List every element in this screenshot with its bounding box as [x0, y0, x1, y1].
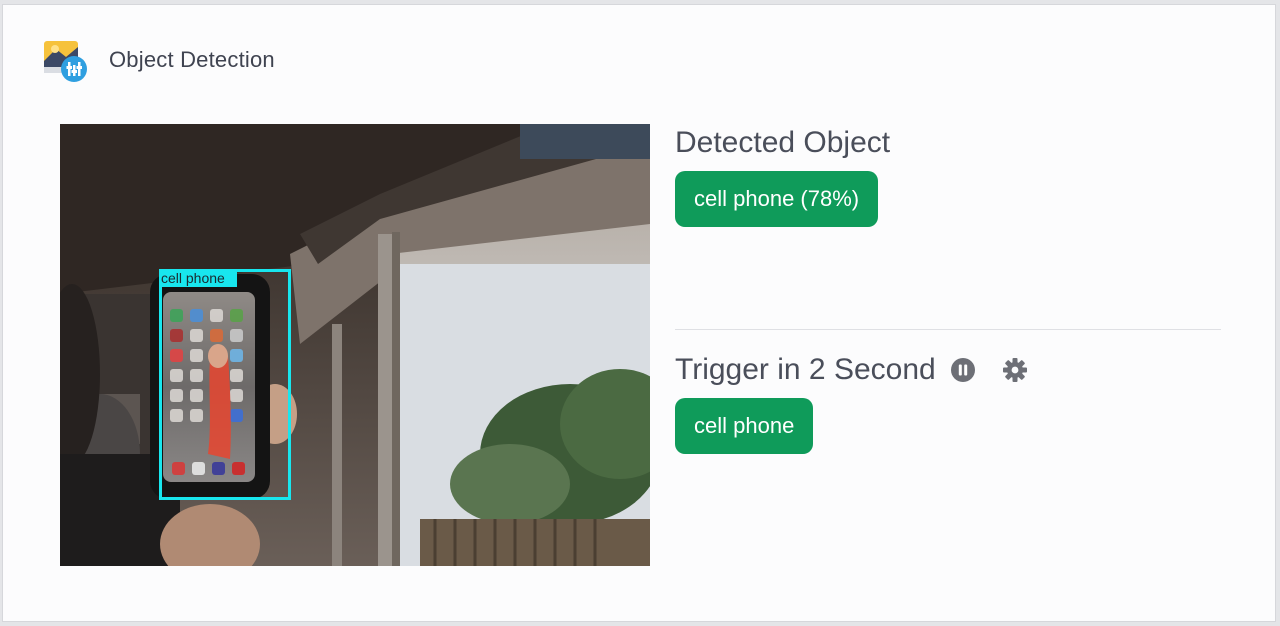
results-panel: Detected Object cell phone (78%) Trigger… — [675, 123, 1221, 454]
app-title: Object Detection — [109, 47, 275, 72]
detection-label: cell phone — [161, 270, 225, 286]
settings-button[interactable] — [1000, 355, 1030, 385]
camera-feed: cell phone — [60, 124, 650, 566]
image-detection-icon — [44, 41, 87, 82]
app-window: Object Detection cell phone Detected Obj… — [2, 4, 1276, 622]
gear-icon — [1002, 358, 1027, 382]
detected-object-heading: Detected Object — [675, 126, 891, 159]
trigger-row: Trigger in 2 Second — [675, 350, 1221, 390]
pause-button[interactable] — [948, 355, 978, 385]
trigger-value-badge: cell phone — [675, 398, 814, 454]
pause-circle-icon — [950, 358, 975, 382]
section-divider — [675, 329, 1221, 330]
detected-object-badge: cell phone (78%) — [675, 171, 879, 227]
trigger-heading: Trigger in 2 Second — [675, 353, 936, 386]
app-header: Object Detection — [41, 35, 275, 85]
camera-frame: cell phone — [60, 124, 650, 566]
